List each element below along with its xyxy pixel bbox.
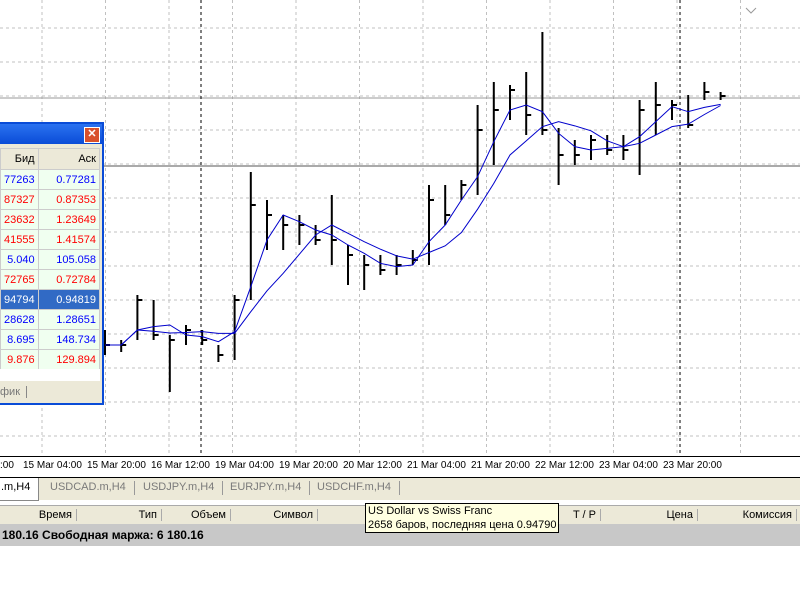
bid-price: 77263 — [0, 169, 39, 190]
market-watch-tab-chart[interactable]: фик — [0, 386, 28, 398]
bid-price: 5.040 — [0, 249, 39, 270]
bid-price: 94794 — [0, 289, 39, 310]
quote-row[interactable]: 5.040 105.058 — [0, 249, 101, 270]
tooltip-bars-info: 2658 баров, последняя цена 0.94790 — [368, 519, 557, 531]
ask-price: 148.734 — [37, 329, 101, 350]
quote-row[interactable]: 94794 0.94819 — [0, 289, 101, 310]
tooltip-symbol: US Dollar vs Swiss Franc — [368, 505, 493, 517]
price-chart[interactable] — [0, 0, 800, 457]
time-axis: :00 15 Mar 04:00 15 Mar 20:00 16 Mar 12:… — [0, 457, 800, 478]
table-blank-area — [0, 369, 100, 381]
chart-tab[interactable]: EURJPY.m,H4 — [222, 481, 311, 495]
column-header-symbol[interactable]: Символ — [231, 509, 318, 521]
bid-price: 41555 — [0, 229, 39, 250]
time-label: 15 Mar 20:00 — [87, 460, 146, 471]
ask-price: 1.28651 — [37, 309, 101, 330]
ask-price: 1.41574 — [37, 229, 101, 250]
time-label: 23 Mar 04:00 — [599, 460, 658, 471]
time-label: 22 Mar 12:00 — [535, 460, 594, 471]
time-label: 16 Mar 12:00 — [151, 460, 210, 471]
bid-price: 8.695 — [0, 329, 39, 350]
time-label: 19 Mar 04:00 — [215, 460, 274, 471]
bid-price: 9.876 — [0, 349, 39, 370]
chart-tab[interactable]: USDCHF.m,H4 — [309, 481, 400, 495]
time-label: :00 — [0, 460, 14, 471]
time-label: 15 Mar 04:00 — [23, 460, 82, 471]
quote-row[interactable]: 77263 0.77281 — [0, 169, 101, 190]
column-header-price[interactable]: Цена — [601, 509, 698, 521]
ask-price: 1.23649 — [37, 209, 101, 230]
moving-average-line — [105, 105, 721, 346]
free-margin-text: 180.16 Свободная маржа: 6 180.16 — [2, 528, 204, 542]
bid-price: 87327 — [0, 189, 39, 210]
chart-tab[interactable]: .m,H4 — [0, 478, 40, 501]
ask-price: 0.94819 — [37, 289, 101, 310]
column-header-commission[interactable]: Комиссия — [698, 509, 797, 521]
ask-price: 0.87353 — [37, 189, 101, 210]
bid-price: 72765 — [0, 269, 39, 290]
quote-row[interactable]: 8.695 148.734 — [0, 329, 101, 350]
ask-price: 0.77281 — [37, 169, 101, 190]
ask-header[interactable]: Аск — [37, 148, 101, 170]
market-watch-window[interactable]: ✕ Бид Аск 77263 0.77281 87327 0.87353 23632 1.… — [0, 122, 104, 405]
close-icon[interactable]: ✕ — [84, 127, 100, 143]
bid-price: 23632 — [0, 209, 39, 230]
time-label: 21 Mar 20:00 — [471, 460, 530, 471]
chart-canvas — [0, 0, 800, 456]
time-label: 19 Mar 20:00 — [279, 460, 338, 471]
bid-price: 28628 — [0, 309, 39, 330]
chart-tab[interactable]: USDCAD.m,H4 — [42, 481, 135, 495]
chart-tooltip: US Dollar vs Swiss Franc 2658 баров, пос… — [365, 503, 559, 533]
quote-row[interactable]: 87327 0.87353 — [0, 189, 101, 210]
ask-price: 105.058 — [37, 249, 101, 270]
quote-row[interactable]: 28628 1.28651 — [0, 309, 101, 330]
column-header-type[interactable]: Тип — [77, 509, 162, 521]
quote-row[interactable]: 41555 1.41574 — [0, 229, 101, 250]
time-label: 20 Mar 12:00 — [343, 460, 402, 471]
column-header-time[interactable]: Время — [0, 509, 77, 521]
scroll-shift-icon — [745, 7, 757, 14]
chart-tab[interactable]: USDJPY.m,H4 — [135, 481, 224, 495]
ask-price: 129.894 — [37, 349, 101, 370]
quote-row[interactable]: 9.876 129.894 — [0, 349, 101, 370]
chart-tabs: .m,H4 USDCAD.m,H4 USDJPY.m,H4 EURJPY.m,H… — [0, 478, 800, 501]
time-label: 21 Mar 04:00 — [407, 460, 466, 471]
moving-average-line — [105, 103, 721, 346]
quote-row[interactable]: 72765 0.72784 — [0, 269, 101, 290]
quotes-table: Бид Аск 77263 0.77281 87327 0.87353 23632 1.23… — [0, 148, 101, 370]
bid-header[interactable]: Бид — [0, 148, 39, 170]
column-header-volume[interactable]: Объем — [162, 509, 231, 521]
time-label: 23 Mar 20:00 — [663, 460, 722, 471]
ask-price: 0.72784 — [37, 269, 101, 290]
quote-row[interactable]: 23632 1.23649 — [0, 209, 101, 230]
